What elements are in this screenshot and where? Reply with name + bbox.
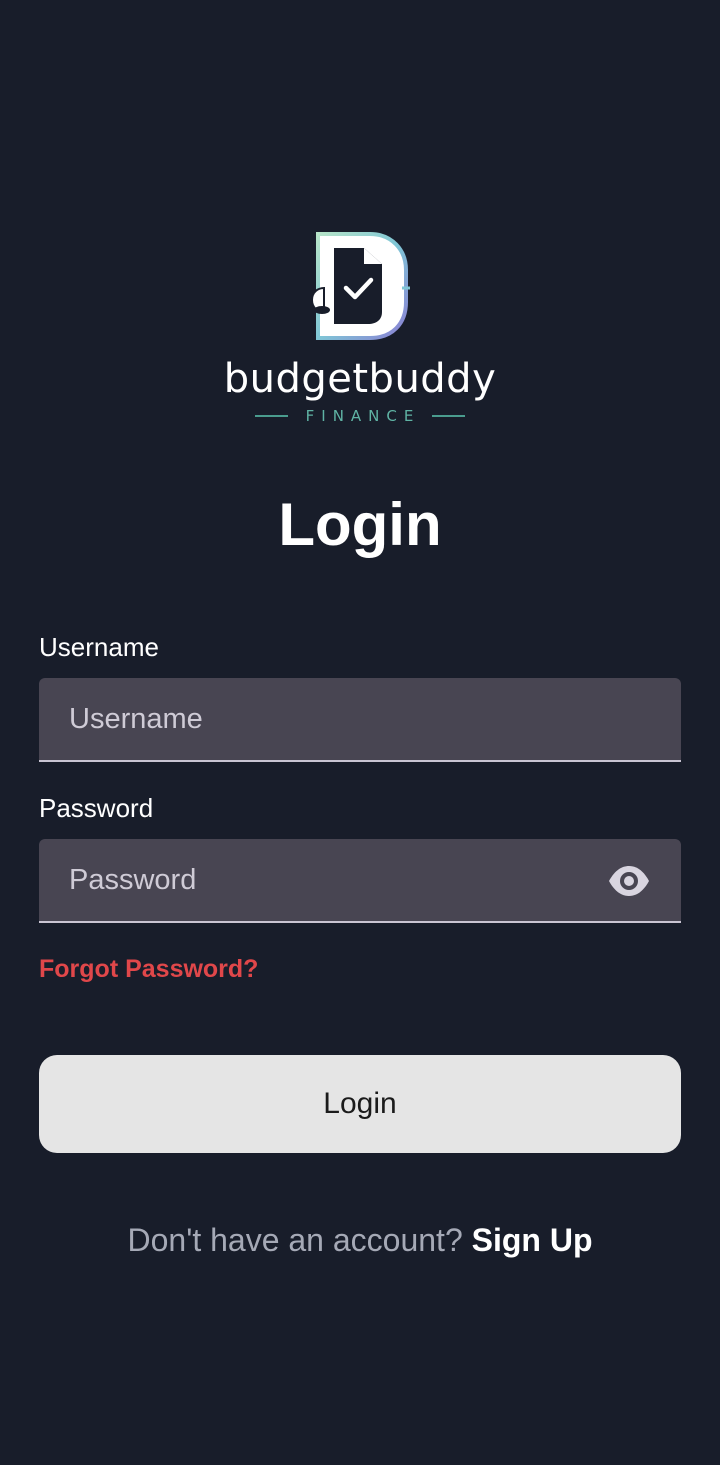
username-label: Username xyxy=(39,632,159,662)
eye-icon[interactable] xyxy=(607,863,651,899)
brand-subtitle: FINANCE xyxy=(255,406,465,426)
signup-link[interactable]: Sign Up xyxy=(472,1222,593,1258)
divider-left xyxy=(255,415,288,417)
brand-logo: budgetbuddy FINANCE xyxy=(0,228,720,428)
password-label: Password xyxy=(39,793,154,823)
username-input[interactable] xyxy=(69,678,609,760)
forgot-password-link[interactable]: Forgot Password? xyxy=(39,955,258,984)
signup-prompt: Don't have an account? xyxy=(127,1222,472,1258)
brand-subtitle-text: FINANCE xyxy=(305,407,421,425)
password-field[interactable] xyxy=(39,839,681,923)
password-input[interactable] xyxy=(69,839,609,921)
brand-name: budgetbuddy xyxy=(223,356,497,402)
page-title: Login xyxy=(278,491,442,558)
budgetbuddy-logo-icon xyxy=(310,232,410,340)
signup-row: Don't have an account? Sign Up xyxy=(0,1222,720,1259)
divider-right xyxy=(432,415,465,417)
username-field[interactable] xyxy=(39,678,681,762)
login-button[interactable]: Login xyxy=(39,1055,681,1153)
